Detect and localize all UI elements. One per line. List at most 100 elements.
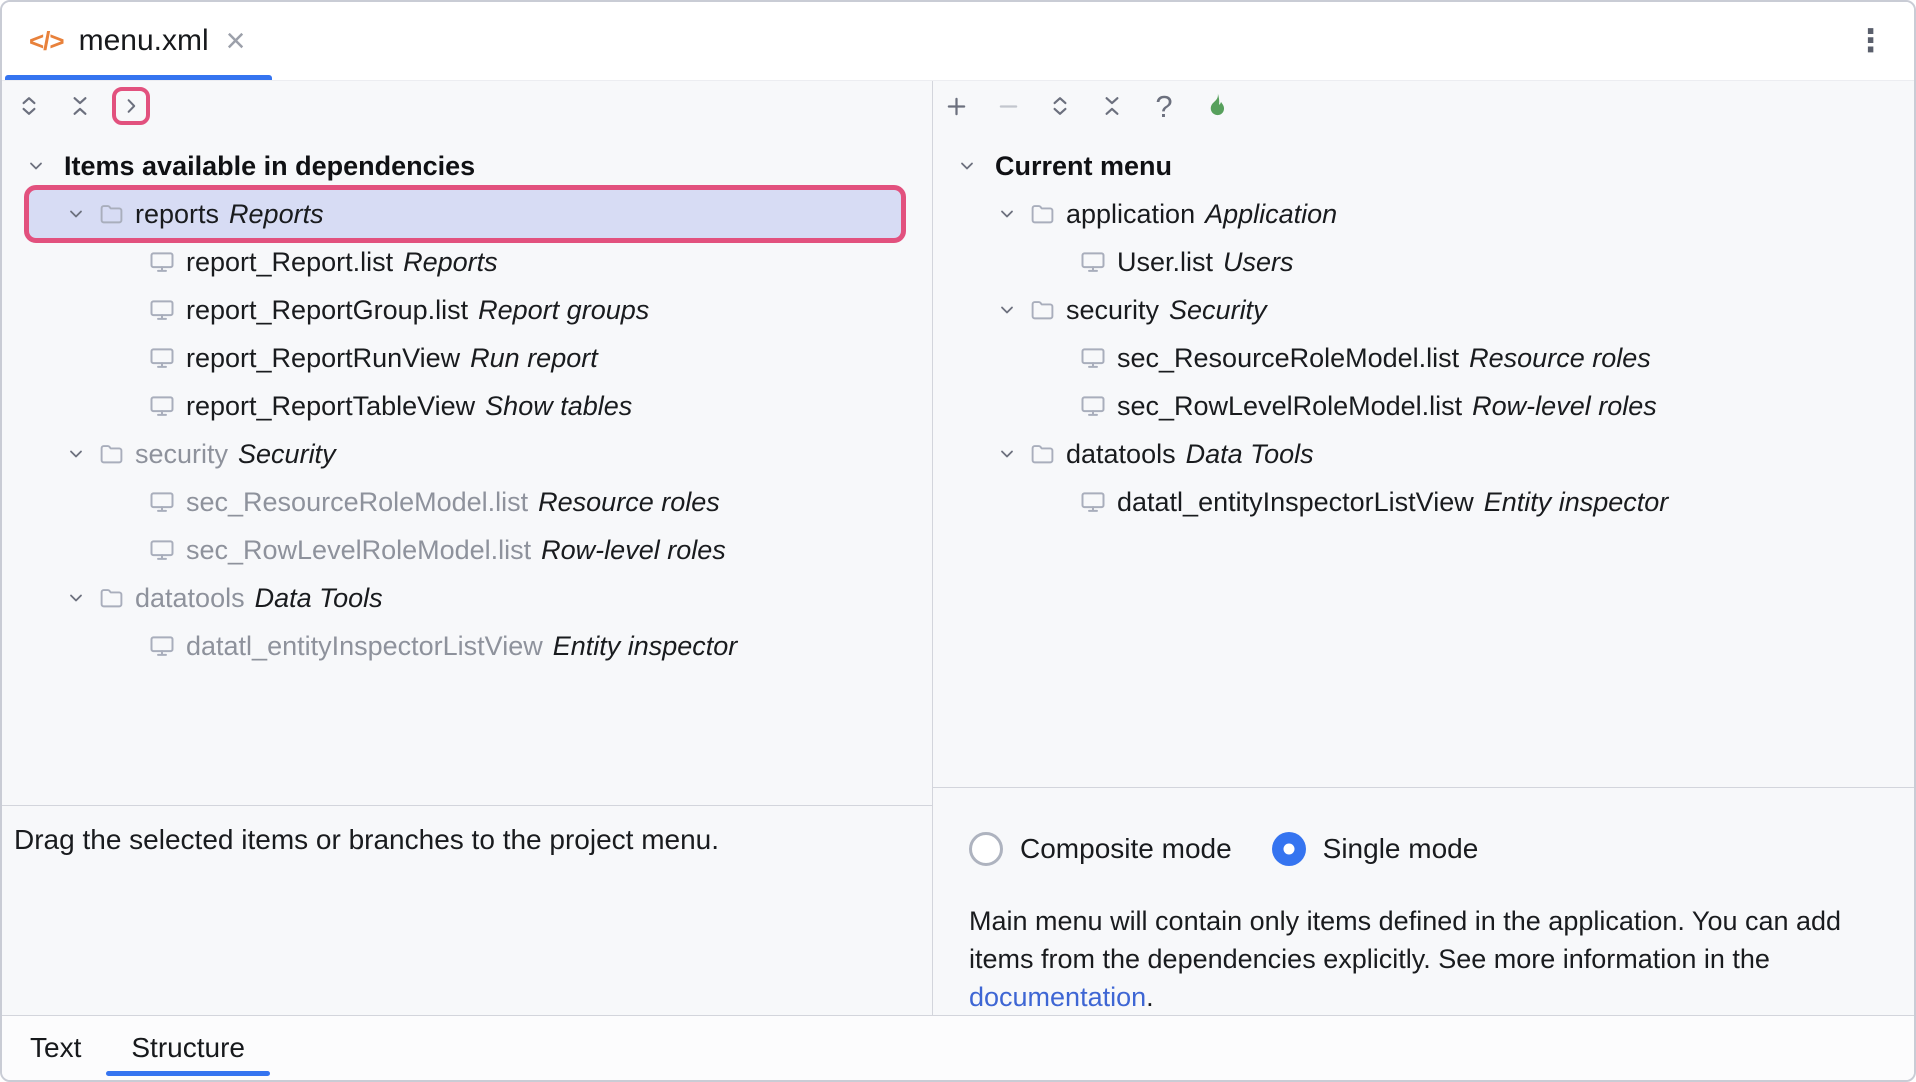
screen-icon <box>1079 392 1107 420</box>
node-caption: Entity inspector <box>1484 487 1669 518</box>
expand-all-button[interactable] <box>10 87 48 125</box>
node-id: report_ReportRunView <box>186 343 460 374</box>
editor-tab-bar: </> menu.xml × ⋮ <box>2 2 1914 81</box>
collapse-all-icon <box>67 93 93 119</box>
available-items-panel: Items available in dependenciesreportsRe… <box>2 81 933 1015</box>
node-id: reports <box>135 199 219 230</box>
help-icon: ? <box>1155 91 1172 122</box>
node-id: report_Report.list <box>186 247 393 278</box>
add-button[interactable] <box>937 87 975 125</box>
menu-mode-section: Composite mode Single mode Main menu will… <box>933 787 1914 1016</box>
node-id: datatools <box>1066 439 1176 470</box>
more-options-icon[interactable]: ⋮ <box>1855 23 1886 59</box>
chevron-down-icon[interactable] <box>64 586 88 610</box>
tree-node-report_ReportGroup.list[interactable]: report_ReportGroup.listReport groups <box>2 286 932 334</box>
screen-icon <box>148 296 176 324</box>
tree-node-reports[interactable]: reportsReports <box>2 190 932 238</box>
node-caption: Row-level roles <box>541 535 726 566</box>
chevron-down-icon[interactable] <box>995 442 1019 466</box>
xml-file-icon: </> <box>29 26 64 57</box>
node-id: application <box>1066 199 1195 230</box>
radio-single-mode[interactable]: Single mode <box>1272 832 1479 866</box>
tree-node-datatools[interactable]: datatools Data Tools <box>933 430 1914 478</box>
current-menu-tree: Current menu application Application User.l… <box>933 131 1914 787</box>
folder-icon <box>1029 201 1056 228</box>
editor-view-tabs: Text Structure <box>2 1015 1914 1080</box>
screen-icon <box>148 632 176 660</box>
node-caption: Row-level roles <box>1472 391 1657 422</box>
radio-composite-mode[interactable]: Composite mode <box>969 832 1232 866</box>
chevron-down-icon[interactable] <box>995 202 1019 226</box>
node-id: sec_RowLevelRoleModel.list <box>186 535 531 566</box>
folder-icon <box>1029 297 1056 324</box>
tree-node-sec_ResourceRoleModel.list[interactable]: sec_ResourceRoleModel.listResource roles <box>2 478 932 526</box>
node-id: sec_RowLevelRoleModel.list <box>1117 391 1462 422</box>
node-id: datatl_entityInspectorListView <box>186 631 543 662</box>
current-menu-toolbar: ? <box>933 81 1914 131</box>
available-items-tree: Items available in dependenciesreportsRe… <box>2 131 932 805</box>
mode-label: Composite mode <box>1020 833 1232 865</box>
tree-node-User.list[interactable]: User.list Users <box>933 238 1914 286</box>
tree-node-report_Report.list[interactable]: report_Report.listReports <box>2 238 932 286</box>
hot-deploy-button[interactable] <box>1197 87 1235 125</box>
available-items-toolbar <box>2 81 932 131</box>
tree-node-report_ReportTableView[interactable]: report_ReportTableViewShow tables <box>2 382 932 430</box>
tree-node-datatl_entityInspectorListView[interactable]: datatl_entityInspectorListViewEntity ins… <box>933 478 1914 526</box>
editor-window: </> menu.xml × ⋮ Items available in depe… <box>0 0 1916 1082</box>
tree-header[interactable]: Current menu <box>933 142 1914 190</box>
node-caption: Users <box>1223 247 1294 278</box>
tree-node-security[interactable]: securitySecurity <box>2 430 932 478</box>
collapse-all-button[interactable] <box>61 87 99 125</box>
expand-all-button[interactable] <box>1041 87 1079 125</box>
menu-mode-options: Composite mode Single mode <box>969 832 1884 866</box>
tree-header-label: Current menu <box>995 151 1172 182</box>
screen-icon <box>148 248 176 276</box>
minus-icon <box>995 93 1022 120</box>
tree-header[interactable]: Items available in dependencies <box>2 142 932 190</box>
node-caption: Data Tools <box>1186 439 1314 470</box>
tree-node-security[interactable]: securitySecurity <box>933 286 1914 334</box>
folder-icon <box>1029 441 1056 468</box>
tree-node-sec_RowLevelRoleModel.list[interactable]: sec_RowLevelRoleModel.list Row-level role… <box>2 526 932 574</box>
tree-node-report_ReportRunView[interactable]: report_ReportRunViewRun report <box>2 334 932 382</box>
radio-icon <box>1272 832 1306 866</box>
tree-node-application[interactable]: application Application <box>933 190 1914 238</box>
drag-hint-text: Drag the selected items or branches to t… <box>2 805 932 1015</box>
node-caption: Entity inspector <box>553 631 738 662</box>
help-button[interactable]: ? <box>1145 87 1183 125</box>
node-id: sec_ResourceRoleModel.list <box>1117 343 1459 374</box>
remove-button[interactable] <box>989 87 1027 125</box>
tab-text[interactable]: Text <box>5 1016 106 1080</box>
chevron-down-icon[interactable] <box>995 298 1019 322</box>
folder-icon <box>98 585 125 612</box>
expand-all-icon <box>16 93 42 119</box>
node-id: report_ReportGroup.list <box>186 295 468 326</box>
node-id: User.list <box>1117 247 1213 278</box>
mode-description-line: Main menu will contain only items define… <box>969 902 1884 940</box>
close-tab-icon[interactable]: × <box>226 24 246 58</box>
tree-node-datatools[interactable]: datatoolsData Tools <box>2 574 932 622</box>
tab-menu-xml[interactable]: </> menu.xml × <box>5 2 272 80</box>
tab-structure[interactable]: Structure <box>106 1016 270 1080</box>
tree-node-datatl_entityInspectorListView[interactable]: datatl_entityInspectorListView Entity ins… <box>2 622 932 670</box>
screen-icon <box>1079 488 1107 516</box>
node-caption: Application <box>1205 199 1337 230</box>
expand-all-icon <box>1047 93 1073 119</box>
documentation-link[interactable]: documentation <box>969 982 1146 1012</box>
screen-icon <box>1079 248 1107 276</box>
tree-node-sec_ResourceRoleModel.list[interactable]: sec_ResourceRoleModel.listResource roles <box>933 334 1914 382</box>
node-id: sec_ResourceRoleModel.list <box>186 487 528 518</box>
tab-structure-label: Structure <box>131 1032 245 1064</box>
mode-label: Single mode <box>1323 833 1479 865</box>
chevron-down-icon[interactable] <box>64 442 88 466</box>
node-caption: Security <box>1169 295 1267 326</box>
move-to-menu-button[interactable] <box>112 87 150 125</box>
chevron-down-icon[interactable] <box>64 202 88 226</box>
node-caption: Security <box>238 439 336 470</box>
collapse-all-button[interactable] <box>1093 87 1131 125</box>
tree-node-sec_RowLevelRoleModel.list[interactable]: sec_RowLevelRoleModel.list Row-level role… <box>933 382 1914 430</box>
node-id: datatools <box>135 583 245 614</box>
mode-description-period: . <box>1146 982 1154 1012</box>
chevron-down-icon[interactable] <box>24 154 48 178</box>
chevron-down-icon[interactable] <box>955 154 979 178</box>
